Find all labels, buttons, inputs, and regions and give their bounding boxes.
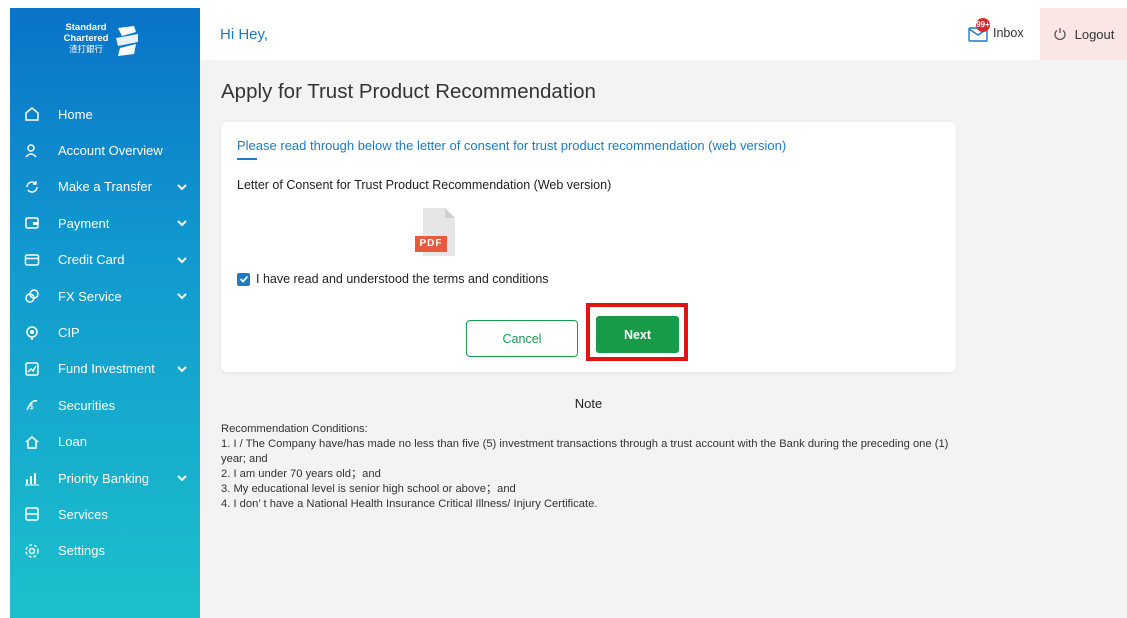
app-frame: Standard Chartered 渣打銀行 Home Account Ove…: [10, 8, 1127, 618]
conditions-heading: Recommendation Conditions:: [221, 423, 368, 435]
sidebar-item-label: Home: [58, 106, 93, 122]
fx-icon: [24, 288, 40, 304]
pdf-badge: PDF: [415, 236, 447, 252]
sidebar-item-payment[interactable]: Payment: [10, 205, 200, 241]
brand-line-1: Standard: [65, 22, 107, 33]
agree-terms-checkbox[interactable]: [237, 272, 250, 286]
cip-icon: [24, 325, 40, 341]
sidebar-item-label: Account Overview: [58, 143, 163, 159]
wallet-icon: [24, 215, 40, 231]
settings-icon: [24, 543, 40, 559]
condition-item: 3. My educational level is senior high s…: [221, 483, 516, 495]
chevron-down-icon[interactable]: [176, 181, 188, 193]
power-icon: [1054, 28, 1066, 41]
sidebar-item-label: Securities: [58, 397, 116, 413]
greeting-text: Hi Hey,: [220, 26, 269, 43]
sidebar-item-label: Payment: [58, 215, 110, 231]
sidebar-item-fund-investment[interactable]: Fund Investment: [10, 351, 200, 387]
sidebar-item-fx-service[interactable]: FX Service: [10, 278, 200, 314]
sidebar: Standard Chartered 渣打銀行 Home Account Ove…: [10, 8, 200, 618]
sidebar-item-credit-card[interactable]: Credit Card: [10, 242, 200, 278]
main-content: Apply for Trust Product Recommendation P…: [200, 60, 1127, 618]
condition-item: 1. I / The Company have/has made no less…: [221, 438, 949, 465]
checkmark-icon: [239, 275, 248, 283]
securities-icon: $: [24, 397, 40, 413]
top-header: Hi Hey, 99+ Inbox Logout: [200, 8, 1127, 60]
priority-banking-icon: [24, 470, 40, 486]
sidebar-item-priority-banking[interactable]: Priority Banking: [10, 460, 200, 496]
agree-terms-label: I have read and understood the terms and…: [256, 272, 549, 286]
sidebar-item-securities[interactable]: $ Securities: [10, 387, 200, 423]
sidebar-nav: Home Account Overview Make a Transfer Pa…: [10, 96, 200, 569]
condition-item: 4. I don’ t have a National Health Insur…: [221, 498, 598, 510]
condition-item: 2. I am under 70 years old；and: [221, 468, 381, 480]
next-button[interactable]: Next: [596, 316, 679, 353]
sidebar-item-label: Make a Transfer: [58, 179, 152, 195]
chevron-down-icon[interactable]: [176, 290, 188, 302]
sidebar-item-cip[interactable]: CIP: [10, 314, 200, 350]
sidebar-item-home[interactable]: Home: [10, 96, 200, 132]
svg-text:$: $: [29, 402, 34, 411]
brand-wordmark: Standard Chartered 渣打銀行: [60, 22, 112, 55]
sidebar-item-label: CIP: [58, 325, 80, 341]
sidebar-item-services[interactable]: Services: [10, 496, 200, 532]
document-title: Letter of Consent for Trust Product Reco…: [237, 178, 612, 192]
inbox-label: Inbox: [993, 26, 1024, 40]
home-icon: [24, 106, 40, 122]
sidebar-item-label: Priority Banking: [58, 470, 150, 486]
sidebar-item-label: Loan: [58, 434, 87, 450]
chevron-down-icon[interactable]: [176, 363, 188, 375]
link-underline: [237, 158, 257, 160]
sidebar-item-account-overview[interactable]: Account Overview: [10, 132, 200, 168]
page-title: Apply for Trust Product Recommendation: [221, 80, 596, 103]
recommendation-conditions: Recommendation Conditions: 1. I / The Co…: [221, 422, 961, 512]
transfer-icon: [24, 179, 40, 195]
sidebar-item-label: Credit Card: [58, 252, 125, 268]
logout-label: Logout: [1074, 26, 1115, 42]
chevron-down-icon[interactable]: [176, 254, 188, 266]
sidebar-item-settings[interactable]: Settings: [10, 533, 200, 569]
pdf-download-button[interactable]: PDF: [415, 206, 469, 266]
inbox-count-badge: 99+: [976, 18, 990, 32]
chevron-down-icon[interactable]: [176, 217, 188, 229]
consent-card: Please read through below the letter of …: [221, 122, 956, 372]
sidebar-item-label: Fund Investment: [58, 361, 155, 377]
note-title: Note: [574, 396, 603, 411]
inbox-button[interactable]: 99+ Inbox: [968, 18, 1024, 46]
sidebar-item-loan[interactable]: Loan: [10, 424, 200, 460]
brand-mark-icon: [116, 26, 138, 56]
consent-letter-link[interactable]: Please read through below the letter of …: [237, 138, 786, 153]
logout-button[interactable]: Logout: [1040, 8, 1127, 60]
cancel-button[interactable]: Cancel: [466, 320, 578, 357]
loan-icon: [24, 434, 40, 450]
credit-card-icon: [24, 252, 40, 268]
sidebar-item-label: Services: [58, 506, 108, 522]
user-icon: [24, 143, 40, 159]
brand-logo[interactable]: Standard Chartered 渣打銀行: [60, 20, 150, 70]
sidebar-item-label: FX Service: [58, 288, 122, 304]
mail-icon: 99+: [968, 18, 990, 42]
brand-line-2: Chartered: [63, 33, 109, 44]
agree-terms-row[interactable]: I have read and understood the terms and…: [237, 272, 549, 286]
brand-line-3: 渣打銀行: [68, 44, 103, 54]
chevron-down-icon[interactable]: [176, 472, 188, 484]
sidebar-item-label: Settings: [58, 543, 105, 559]
sidebar-item-make-a-transfer[interactable]: Make a Transfer: [10, 169, 200, 205]
services-icon: [24, 506, 40, 522]
fund-icon: [24, 361, 40, 377]
